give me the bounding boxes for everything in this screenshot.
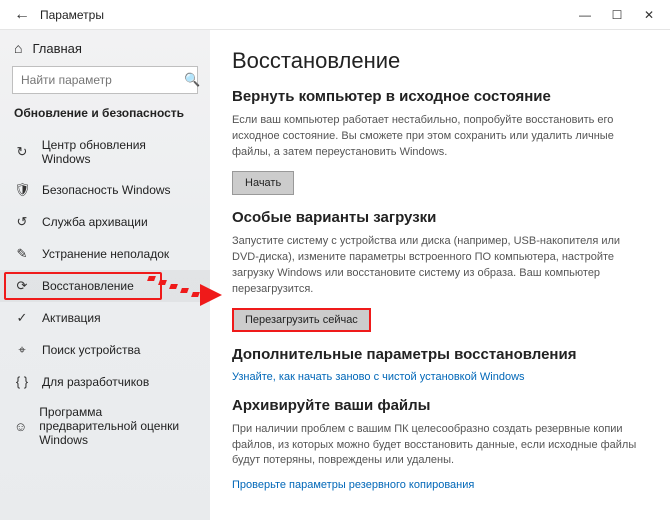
section-heading-advanced-startup: Особые варианты загрузки xyxy=(232,209,648,226)
insider-icon: ☺ xyxy=(14,419,27,434)
sidebar-item-label: Безопасность Windows xyxy=(42,183,171,197)
search-box[interactable]: 🔍 xyxy=(12,66,198,94)
sidebar-item-label: Восстановление xyxy=(42,279,134,293)
titlebar: ← Параметры — ☐ ✕ xyxy=(0,0,670,30)
search-input[interactable] xyxy=(13,73,184,87)
sidebar-item-update[interactable]: ↻ Центр обновления Windows xyxy=(0,130,210,174)
backup-icon: ↺ xyxy=(14,214,30,230)
main-content: Восстановление Вернуть компьютер в исход… xyxy=(210,30,670,520)
close-button[interactable]: ✕ xyxy=(642,8,656,22)
section-desc-advanced-startup: Запустите систему с устройства или диска… xyxy=(232,234,648,298)
sidebar: ⌂ Главная 🔍 Обновление и безопасность ↻ … xyxy=(0,30,210,520)
sidebar-item-security[interactable]: 🛡 Безопасность Windows xyxy=(0,174,210,206)
section-desc-backup: При наличии проблем с вашим ПК целесообр… xyxy=(232,422,648,470)
sidebar-item-label: Программа предварительной оценки Windows xyxy=(39,405,196,447)
sidebar-item-recovery[interactable]: ⟳ Восстановление xyxy=(0,270,210,302)
section-heading-more-recovery: Дополнительные параметры восстановления xyxy=(232,346,648,363)
search-icon: 🔍 xyxy=(184,72,200,88)
section-heading-reset: Вернуть компьютер в исходное состояние xyxy=(232,88,648,105)
sidebar-item-insider[interactable]: ☺ Программа предварительной оценки Windo… xyxy=(0,397,210,455)
page-title: Восстановление xyxy=(232,48,648,74)
sidebar-item-troubleshoot[interactable]: ✎ Устранение неполадок xyxy=(0,238,210,270)
developers-icon: { } xyxy=(14,374,30,389)
window-title: Параметры xyxy=(36,8,578,22)
minimize-button[interactable]: — xyxy=(578,8,592,22)
sidebar-item-activation[interactable]: ✓ Активация xyxy=(0,302,210,334)
category-heading: Обновление и безопасность xyxy=(0,104,210,130)
home-icon: ⌂ xyxy=(14,40,22,56)
back-button[interactable]: ← xyxy=(8,6,36,24)
sidebar-item-label: Центр обновления Windows xyxy=(42,138,196,166)
sidebar-item-label: Активация xyxy=(42,311,101,325)
home-label: Главная xyxy=(32,41,81,56)
fresh-start-link[interactable]: Узнайте, как начать заново с чистой уста… xyxy=(232,371,648,383)
troubleshoot-icon: ✎ xyxy=(14,246,30,262)
home-link[interactable]: ⌂ Главная xyxy=(0,30,210,64)
sidebar-item-label: Служба архивации xyxy=(42,215,148,229)
sidebar-item-backup[interactable]: ↺ Служба архивации xyxy=(0,206,210,238)
nav-list: ↻ Центр обновления Windows 🛡 Безопасност… xyxy=(0,130,210,455)
maximize-button[interactable]: ☐ xyxy=(610,8,624,22)
recovery-icon: ⟳ xyxy=(14,278,30,294)
layout: ⌂ Главная 🔍 Обновление и безопасность ↻ … xyxy=(0,30,670,520)
section-desc-reset: Если ваш компьютер работает нестабильно,… xyxy=(232,113,648,161)
backup-settings-link[interactable]: Проверьте параметры резервного копирован… xyxy=(232,479,648,491)
activation-icon: ✓ xyxy=(14,310,30,326)
update-icon: ↻ xyxy=(14,144,30,160)
sidebar-item-find-device[interactable]: ⌖ Поиск устройства xyxy=(0,334,210,366)
sidebar-item-label: Поиск устройства xyxy=(42,343,140,357)
shield-icon: 🛡 xyxy=(14,182,30,198)
sidebar-item-label: Для разработчиков xyxy=(42,375,149,389)
section-heading-backup: Архивируйте ваши файлы xyxy=(232,397,648,414)
sidebar-item-label: Устранение неполадок xyxy=(42,247,169,261)
find-device-icon: ⌖ xyxy=(14,342,30,358)
sidebar-item-developers[interactable]: { } Для разработчиков xyxy=(0,366,210,397)
restart-now-button[interactable]: Перезагрузить сейчас xyxy=(232,308,371,332)
reset-button[interactable]: Начать xyxy=(232,171,294,195)
